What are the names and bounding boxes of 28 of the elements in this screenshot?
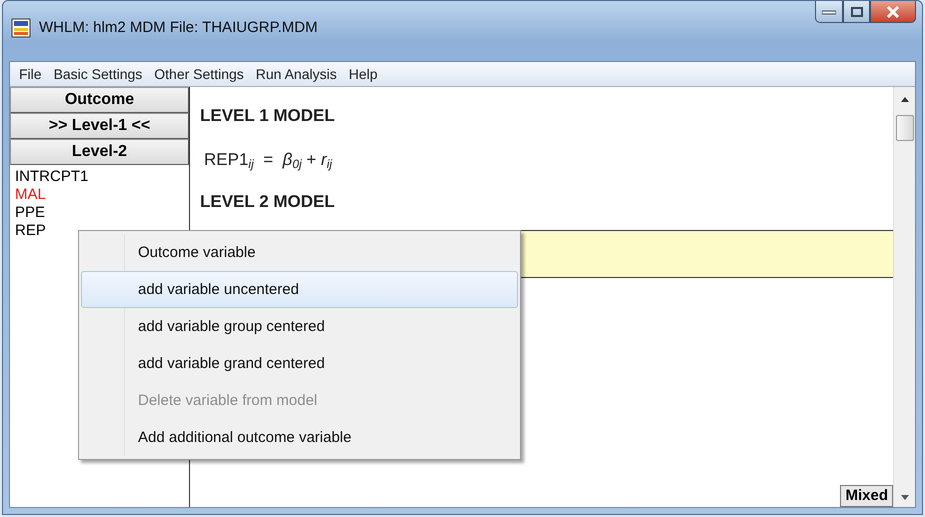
menu-item[interactable]: Other Settings (148, 64, 250, 84)
scroll-down-icon[interactable] (899, 493, 911, 501)
menu-item[interactable]: Run Analysis (250, 64, 343, 84)
variable-item[interactable]: PPE (15, 204, 189, 222)
section-heading: LEVEL 2 MODEL (200, 190, 335, 212)
menu-item[interactable]: add variable uncentered (81, 271, 518, 308)
model-button[interactable]: >> Level-1 << (10, 113, 189, 139)
close-button[interactable] (870, 1, 916, 23)
equation: REP1$_{ij}$ = β$_{0j}$ + r$_{ij}$ (204, 149, 332, 172)
maximize-icon (850, 6, 862, 16)
section-heading: LEVEL 1 MODEL (200, 105, 335, 127)
variable-item[interactable]: INTRCPT1 (15, 168, 189, 186)
minimize-icon (822, 8, 836, 14)
close-icon (886, 6, 900, 18)
app-icon (11, 18, 31, 38)
mixed-button[interactable]: Mixed (840, 485, 893, 507)
menu-item[interactable]: File (13, 64, 48, 84)
model-button[interactable]: Outcome (10, 87, 189, 113)
menu-item[interactable]: Basic Settings (48, 64, 148, 84)
model-button[interactable]: Level-2 (10, 139, 189, 165)
scroll-thumb[interactable] (896, 115, 914, 141)
scrollbar[interactable] (893, 87, 915, 507)
maximize-button[interactable] (843, 1, 870, 23)
menu-item[interactable]: Help (342, 64, 384, 84)
variable-item[interactable]: MAL (15, 186, 189, 204)
scroll-up-icon[interactable] (899, 95, 911, 103)
minimize-button[interactable] (815, 1, 843, 23)
window-title: WHLM: hlm2 MDM File: THAIUGRP.MDM (39, 18, 318, 38)
